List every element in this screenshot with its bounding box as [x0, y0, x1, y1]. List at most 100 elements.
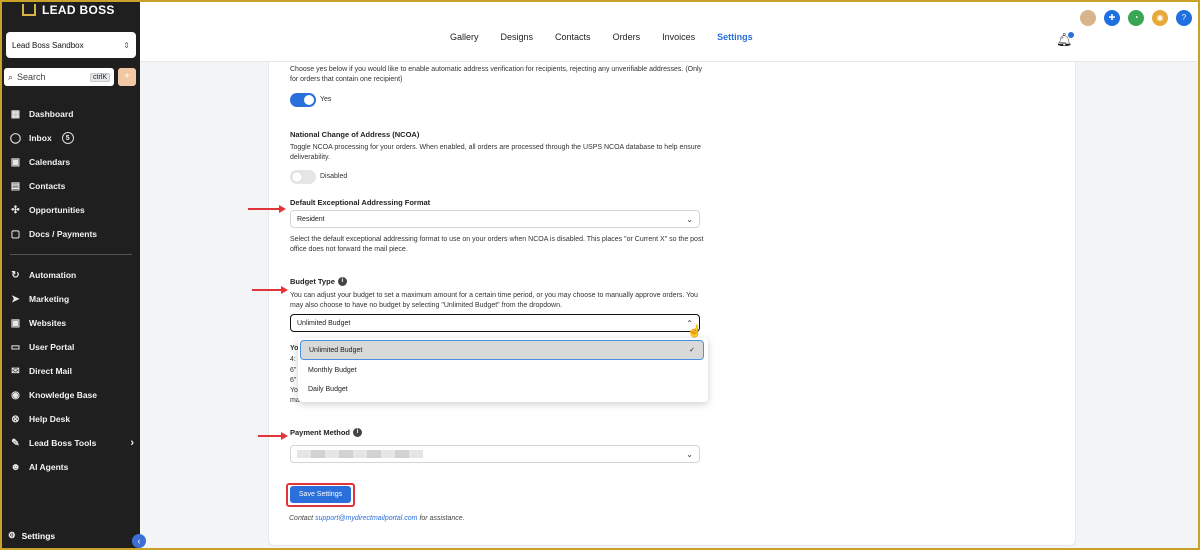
annotation-arrow [248, 205, 286, 213]
avatar[interactable] [1080, 10, 1096, 26]
sidebar-item-lead-boss-tools[interactable]: ✎ Lead Boss Tools › [2, 431, 140, 455]
send-icon: ➤ [11, 293, 20, 305]
mail-icon: ✉ [11, 365, 20, 377]
calendar-icon: ▣ [10, 156, 21, 168]
logo-text: LEAD BOSS [42, 3, 115, 17]
robot-icon: ☻ [10, 461, 21, 473]
tools-icon: ✎ [11, 437, 20, 449]
app-frame: LEAD BOSS Lead Boss Sandbox ⇕ ⌕ Search c… [2, 2, 1198, 548]
sidebar-item-user-portal[interactable]: ▭ User Portal [2, 335, 140, 359]
sidebar-item-help-desk[interactable]: ⊗ Help Desk [2, 407, 140, 431]
payment-method-select[interactable]: ⌄ [290, 445, 700, 463]
tab-contacts[interactable]: Contacts [555, 32, 591, 42]
sidebar-item-label: Calendars [29, 157, 71, 167]
monitor-icon: ▭ [10, 341, 21, 353]
tab-invoices[interactable]: Invoices [662, 32, 695, 42]
sidebar-item-label: Knowledge Base [29, 390, 98, 400]
pointer-cursor-icon: ☝ [687, 324, 702, 338]
sidebar-item-label: Help Desk [29, 414, 71, 424]
sidebar-item-label: Marketing [29, 294, 70, 304]
option-label: Unlimited Budget [309, 346, 363, 354]
ncoa-toggle[interactable] [290, 170, 316, 184]
budget-type-value: Unlimited Budget [297, 319, 351, 327]
budget-option-unlimited[interactable]: Unlimited Budget ✓ [300, 340, 704, 360]
phone-icon[interactable]: ✚ [1104, 10, 1120, 26]
sidebar-divider [10, 254, 132, 255]
sidebar-item-marketing[interactable]: ➤ Marketing [2, 287, 140, 311]
tab-settings[interactable]: Settings [717, 32, 753, 42]
sidebar-item-inbox[interactable]: ◯ Inbox 5 [2, 126, 140, 150]
sidebar-item-dashboard[interactable]: ▦ Dashboard [2, 102, 140, 126]
sidebar-item-opportunities[interactable]: ✣ Opportunities [2, 198, 140, 222]
automation-icon: ↻ [11, 269, 20, 281]
budget-option-daily[interactable]: Daily Budget [300, 379, 704, 399]
payment-method-title: Payment Method i [290, 428, 363, 437]
chevron-right-icon: › [130, 437, 134, 449]
sidebar-item-label: Dashboard [29, 109, 74, 119]
budget-option-monthly[interactable]: Monthly Budget [300, 360, 704, 380]
sidebar-item-label: Docs / Payments [29, 229, 98, 239]
docs-icon: ▢ [10, 228, 21, 240]
search-placeholder: Search [17, 72, 46, 82]
info-icon[interactable]: i [337, 277, 347, 286]
top-bar: Gallery Designs Contacts Orders Invoices… [140, 2, 1198, 62]
sidebar-item-direct-mail[interactable]: ✉ Direct Mail [2, 359, 140, 383]
sidebar-item-docs-payments[interactable]: ▢ Docs / Payments [2, 222, 140, 246]
lightning-icon: + [124, 71, 130, 82]
exceptional-format-description: Select the default exceptional addressin… [290, 236, 704, 253]
search-input[interactable]: ⌕ Search ctrlK [4, 68, 114, 86]
sidebar-item-label: User Portal [29, 342, 75, 352]
sidebar-item-ai-agents[interactable]: ☻ AI Agents [2, 455, 140, 479]
annotation-arrow [258, 432, 288, 440]
help-icon[interactable]: ? [1176, 10, 1192, 26]
sidebar-item-label: Websites [29, 318, 67, 328]
exceptional-format-select[interactable]: Resident ⌄ [290, 210, 700, 228]
address-verification-state: Yes [320, 96, 332, 103]
info-icon[interactable]: i [353, 428, 363, 437]
exceptional-format-value: Resident [297, 215, 325, 223]
support-prefix: Contact [289, 515, 314, 522]
sidebar-item-contacts[interactable]: ▤ Contacts [2, 174, 140, 198]
sidebar-item-label: Direct Mail [29, 366, 72, 376]
checkmark-icon: ✓ [689, 347, 695, 354]
sidebar-item-knowledge-base[interactable]: ◉ Knowledge Base [2, 383, 140, 407]
sidebar-item-websites[interactable]: ▣ Websites [2, 311, 140, 335]
knowledge-icon: ◉ [11, 389, 20, 401]
bell-alert-icon[interactable]: ◉ [1152, 10, 1168, 26]
sidebar-item-calendars[interactable]: ▣ Calendars [2, 150, 140, 174]
chevron-down-icon: ⌄ [686, 214, 693, 224]
megaphone-icon[interactable]: ◔ [1128, 10, 1144, 26]
option-label: Monthly Budget [308, 366, 357, 374]
sidebar-item-label: Settings [21, 530, 56, 541]
budget-type-select[interactable]: Unlimited Budget ⌃ [290, 314, 700, 332]
sidebar-item-automation[interactable]: ↻ Automation [2, 263, 140, 287]
help-desk-icon: ⊗ [11, 413, 20, 425]
collapse-sidebar-button[interactable]: ‹ [132, 534, 146, 548]
logo: LEAD BOSS [22, 2, 115, 18]
option-label: Daily Budget [308, 385, 348, 393]
websites-icon: ▣ [10, 317, 21, 329]
opportunities-icon: ✣ [11, 204, 20, 216]
tab-designs[interactable]: Designs [501, 32, 534, 42]
budget-type-title: Budget Type i [290, 277, 347, 286]
ncoa-description: Toggle NCOA processing for your orders. … [290, 144, 701, 161]
save-settings-button[interactable]: Save Settings [290, 486, 351, 503]
tab-orders[interactable]: Orders [613, 32, 641, 42]
address-verification-description: Choose yes below if you would like to en… [290, 66, 703, 83]
ncoa-title: National Change of Address (NCOA) [290, 130, 420, 139]
sidebar-item-settings[interactable]: ⚙ Settings [8, 530, 55, 541]
sidebar-item-label: Inbox [29, 133, 52, 143]
logo-icon [22, 4, 36, 16]
grid-icon: ▦ [10, 108, 21, 120]
search-shortcut: ctrlK [90, 72, 110, 82]
quick-action-button[interactable]: + [118, 68, 136, 86]
tab-gallery[interactable]: Gallery [450, 32, 479, 42]
address-verification-toggle[interactable] [290, 93, 316, 107]
account-switcher[interactable]: Lead Boss Sandbox ⇕ [6, 32, 136, 58]
header-actions: ✚ ◔ ◉ ? [1080, 10, 1192, 26]
payment-method-title-text: Payment Method [290, 428, 351, 437]
notification-dot [1068, 32, 1074, 38]
contacts-icon: ▤ [10, 180, 21, 192]
support-suffix: for assistance. [419, 515, 465, 522]
support-email-link[interactable]: support@mydirectmailportal.com [315, 515, 417, 522]
